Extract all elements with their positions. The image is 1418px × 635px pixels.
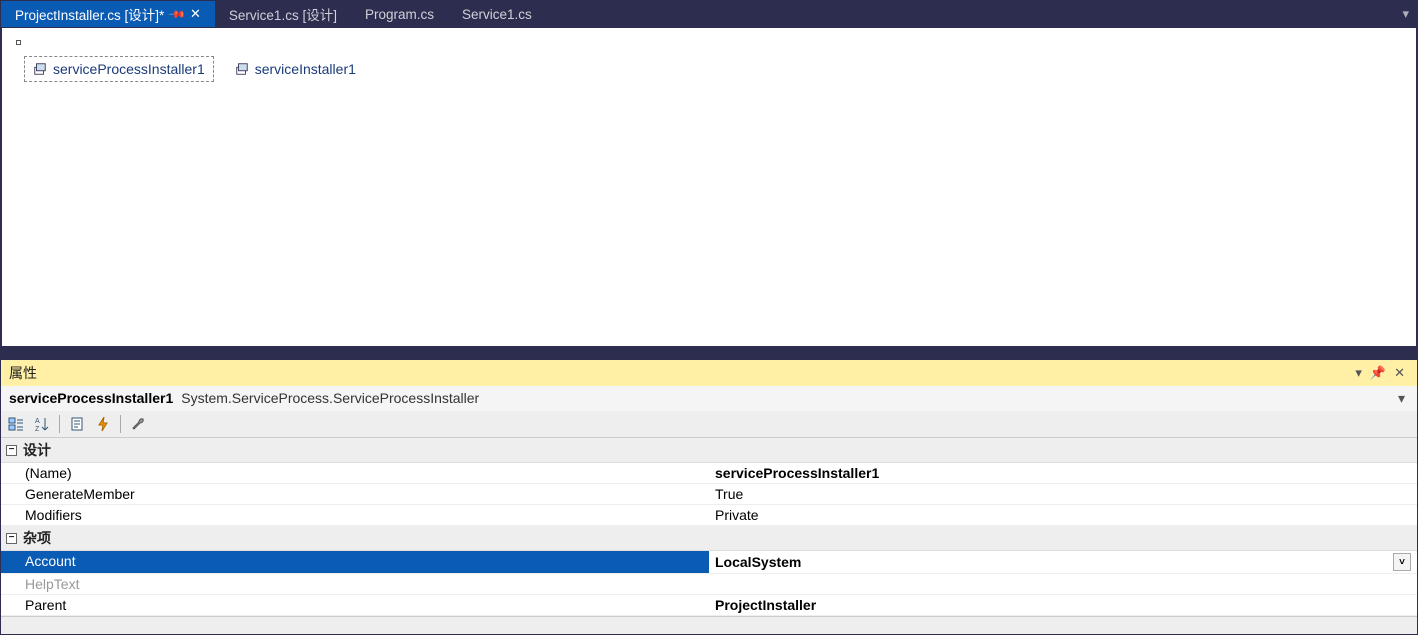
category-misc[interactable]: − 杂项 [1,526,1417,551]
category-label: 杂项 [23,528,51,548]
tab-label: ProjectInstaller.cs [设计]* [15,4,164,24]
property-value[interactable]: LocalSystem ˅ [709,551,1417,573]
tab-label: Program.cs [365,7,434,22]
horizontal-splitter[interactable] [1,347,1417,359]
property-row-parent[interactable]: Parent ProjectInstaller [1,595,1417,616]
designer-surface[interactable]: serviceProcessInstaller1 serviceInstalle… [1,27,1417,347]
property-name: Modifiers [1,505,709,525]
component-tray: serviceProcessInstaller1 serviceInstalle… [24,56,1402,82]
selected-object-type: System.ServiceProcess.ServiceProcessInst… [181,390,479,406]
pin-icon[interactable]: 📌 [168,5,187,24]
page-icon [69,416,85,432]
component-serviceinstaller1[interactable]: serviceInstaller1 [226,56,365,82]
category-label: 设计 [23,440,51,460]
window-position-icon[interactable]: ▾ [1351,365,1366,381]
toolbar-separator [120,415,121,433]
property-row-generatemember[interactable]: GenerateMember True [1,484,1417,505]
property-name: (Name) [1,463,709,483]
component-icon [235,62,249,76]
alphabetical-icon: AZ [34,416,50,432]
property-value[interactable]: serviceProcessInstaller1 [709,463,1417,483]
property-name: HelpText [1,574,709,594]
close-icon[interactable]: ✕ [1390,365,1409,381]
events-button[interactable] [92,413,114,435]
component-icon [33,62,47,76]
component-label: serviceInstaller1 [255,61,356,77]
properties-toolbar: AZ [1,411,1417,438]
property-name: Account [1,551,709,573]
categorized-button[interactable] [5,413,27,435]
property-row-name[interactable]: (Name) serviceProcessInstaller1 [1,463,1417,484]
object-dropdown-icon[interactable]: ▾ [1394,390,1409,407]
tab-service1-cs[interactable]: Service1.cs [448,1,546,27]
property-value[interactable]: True [709,484,1417,504]
svg-text:Z: Z [35,426,40,432]
property-value[interactable]: Private [709,505,1417,525]
lightning-icon [95,416,111,432]
property-value[interactable]: ProjectInstaller [709,595,1417,615]
designer-resize-handle[interactable] [16,40,21,45]
property-name: Parent [1,595,709,615]
wrench-button[interactable] [127,413,149,435]
property-value-text: LocalSystem [715,554,801,570]
dropdown-button[interactable]: ˅ [1393,553,1411,571]
category-design[interactable]: − 设计 [1,438,1417,463]
tab-projectinstaller-design[interactable]: ProjectInstaller.cs [设计]* 📌 ✕ [1,1,215,27]
tab-label: Service1.cs [设计] [229,4,337,24]
properties-title: 属性 [9,363,37,383]
properties-grid: − 设计 (Name) serviceProcessInstaller1 Gen… [1,438,1417,616]
property-pages-button[interactable] [66,413,88,435]
property-value[interactable] [709,574,1417,594]
expander-icon[interactable]: − [6,445,17,456]
property-row-modifiers[interactable]: Modifiers Private [1,505,1417,526]
properties-description-area [1,616,1417,634]
expander-icon[interactable]: − [6,533,17,544]
tab-program-cs[interactable]: Program.cs [351,1,448,27]
properties-object-selector[interactable]: serviceProcessInstaller1 System.ServiceP… [1,386,1417,411]
alphabetical-button[interactable]: AZ [31,413,53,435]
selected-object-name: serviceProcessInstaller1 [9,390,173,406]
wrench-icon [130,416,146,432]
categorized-icon [8,416,24,432]
tab-overflow-dropdown-icon[interactable]: ▾ [1402,6,1409,22]
component-serviceprocessinstaller1[interactable]: serviceProcessInstaller1 [24,56,214,82]
component-label: serviceProcessInstaller1 [53,61,205,77]
property-row-helptext[interactable]: HelpText [1,574,1417,595]
properties-panel: 属性 ▾ 📌 ✕ serviceProcessInstaller1 System… [1,359,1417,634]
close-icon[interactable]: ✕ [190,6,201,22]
tab-service1-design[interactable]: Service1.cs [设计] [215,1,351,27]
document-tab-bar: ProjectInstaller.cs [设计]* 📌 ✕ Service1.c… [1,1,1417,27]
property-row-account[interactable]: Account LocalSystem ˅ [1,551,1417,574]
toolbar-separator [59,415,60,433]
property-name: GenerateMember [1,484,709,504]
autohide-pin-icon[interactable]: 📌 [1366,365,1390,381]
svg-text:A: A [35,418,40,425]
tab-label: Service1.cs [462,7,532,22]
properties-title-bar: 属性 ▾ 📌 ✕ [1,360,1417,386]
